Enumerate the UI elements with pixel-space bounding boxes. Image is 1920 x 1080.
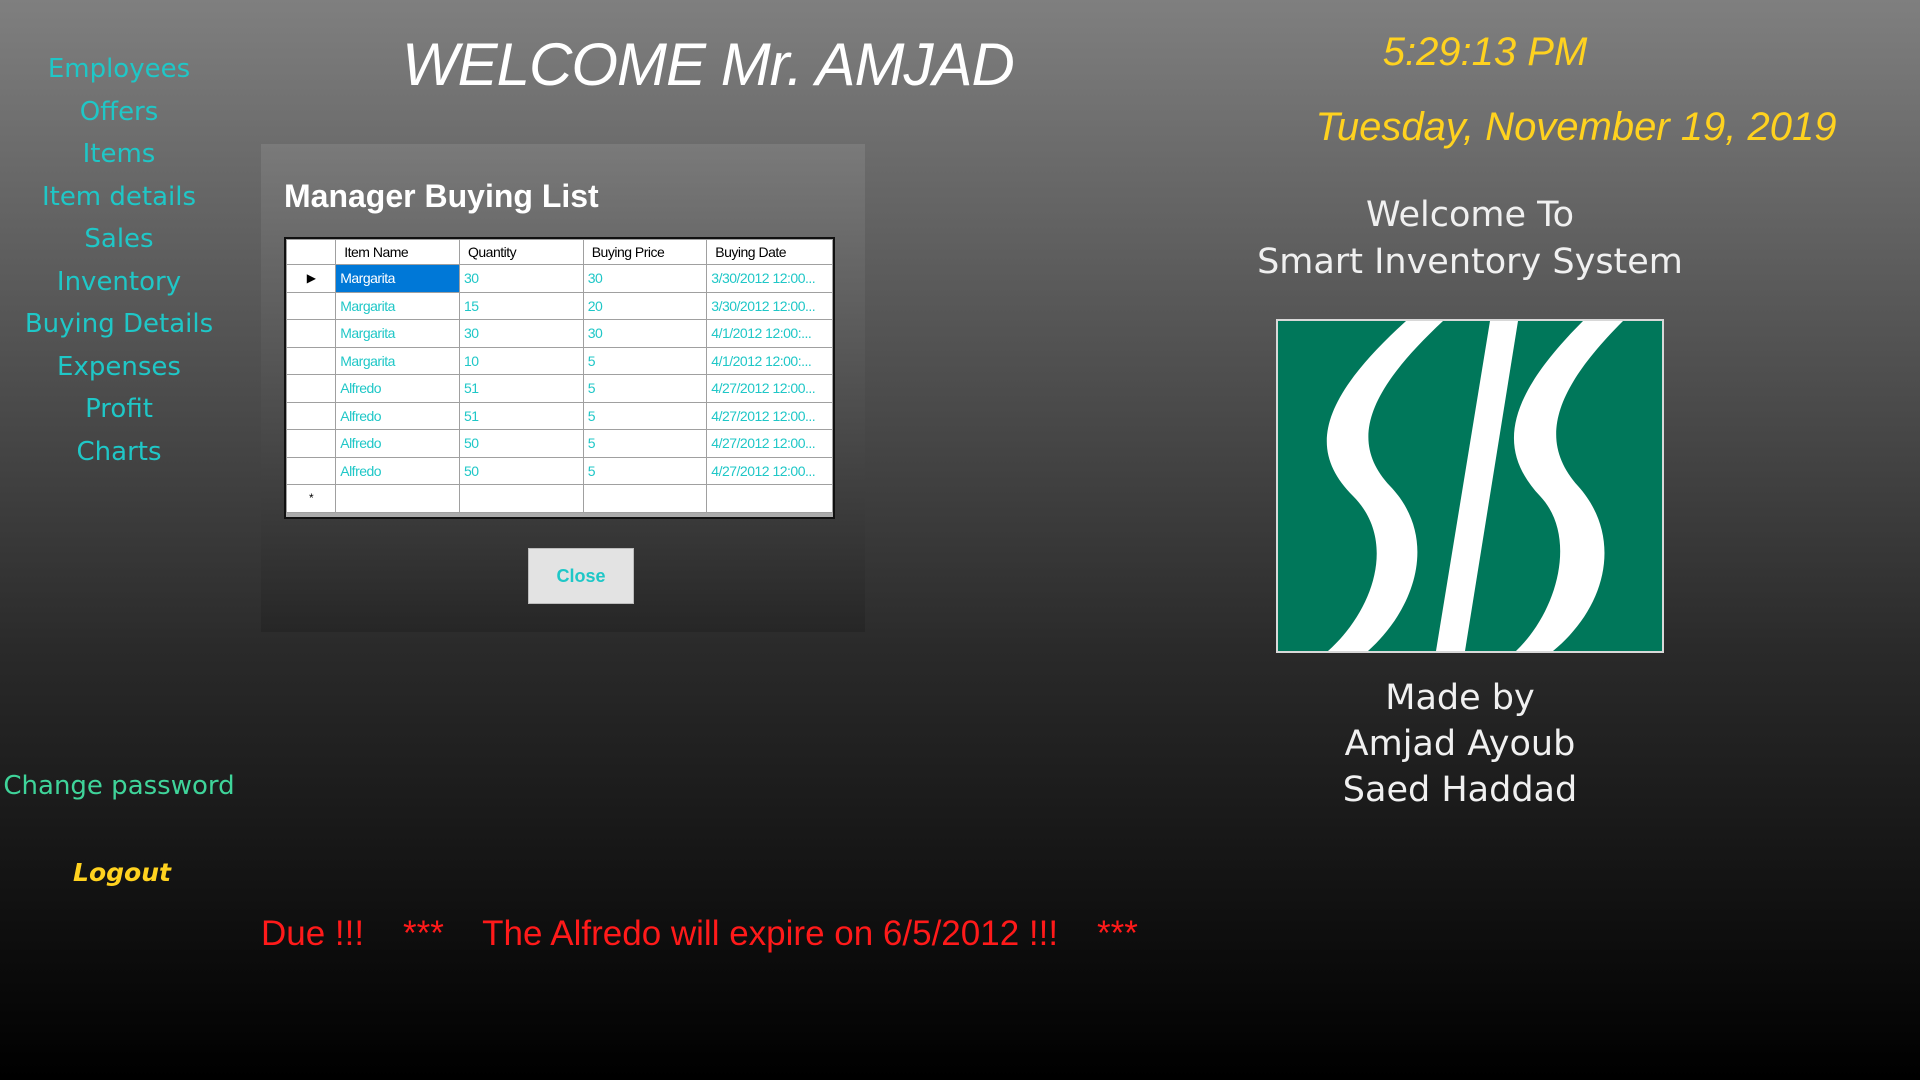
table-cell[interactable]: 5 bbox=[582, 401, 708, 430]
welcome-panel: Welcome To Smart Inventory System bbox=[1240, 192, 1700, 286]
sidebar-item-charts[interactable]: Charts bbox=[0, 431, 238, 474]
table-cell[interactable]: Margarita bbox=[335, 291, 460, 320]
sidebar-nav: Employees Offers Items Item details Sales Inv… bbox=[0, 48, 238, 473]
buying-table: Item Name Quantity Buying Price Buying D… bbox=[286, 239, 833, 513]
table-cell[interactable] bbox=[582, 484, 708, 513]
new-row-marker[interactable]: * bbox=[286, 484, 337, 513]
table-cell[interactable]: 15 bbox=[459, 291, 584, 320]
table-cell[interactable]: 4/1/2012 12:00:... bbox=[706, 346, 833, 375]
table-cell[interactable]: Margarita bbox=[335, 346, 460, 375]
table-cell[interactable]: Margarita bbox=[335, 264, 460, 293]
table-cell[interactable]: 3/30/2012 12:00... bbox=[706, 291, 833, 320]
sidebar-item-employees[interactable]: Employees bbox=[0, 48, 238, 91]
table-cell[interactable]: 30 bbox=[582, 319, 708, 348]
table-cell[interactable]: 4/1/2012 12:00:... bbox=[706, 319, 833, 348]
sidebar-item-item-details[interactable]: Item details bbox=[0, 176, 238, 219]
table-row[interactable]: Alfredo 51 5 4/27/2012 12:00... bbox=[286, 374, 833, 403]
sidebar-item-items[interactable]: Items bbox=[0, 133, 238, 176]
table-row[interactable]: Margarita 15 20 3/30/2012 12:00... bbox=[286, 291, 833, 320]
table-header-row: Item Name Quantity Buying Price Buying D… bbox=[286, 239, 833, 265]
row-header-corner bbox=[286, 239, 337, 265]
sis-logo-graphic bbox=[1326, 321, 1623, 651]
table-row[interactable]: Margarita 30 30 4/1/2012 12:00:... bbox=[286, 319, 833, 348]
table-cell[interactable]: 30 bbox=[459, 319, 584, 348]
sidebar-item-expenses[interactable]: Expenses bbox=[0, 346, 238, 389]
welcome-title: WELCOME Mr. AMJAD bbox=[402, 31, 1015, 98]
table-row[interactable]: ▶ Margarita 30 30 3/30/2012 12:00... bbox=[286, 264, 833, 293]
row-header[interactable] bbox=[286, 291, 337, 320]
sidebar-item-sales[interactable]: Sales bbox=[0, 218, 238, 261]
table-cell[interactable]: 50 bbox=[459, 456, 584, 485]
table-row[interactable]: Margarita 10 5 4/1/2012 12:00:... bbox=[286, 346, 833, 375]
logout-link[interactable]: Logout bbox=[0, 858, 244, 887]
table-cell[interactable]: 20 bbox=[582, 291, 708, 320]
table-cell[interactable]: Alfredo bbox=[335, 456, 460, 485]
row-header[interactable] bbox=[286, 456, 337, 485]
dialog-title: Manager Buying List bbox=[284, 178, 599, 214]
table-row[interactable]: Alfredo 51 5 4/27/2012 12:00... bbox=[286, 401, 833, 430]
table-cell[interactable]: 4/27/2012 12:00... bbox=[706, 374, 833, 403]
table-cell[interactable] bbox=[335, 484, 460, 513]
table-cell[interactable]: 4/27/2012 12:00... bbox=[706, 401, 833, 430]
due-label: Due !!! bbox=[261, 914, 365, 953]
table-row[interactable]: Alfredo 50 5 4/27/2012 12:00... bbox=[286, 456, 833, 485]
change-password-link[interactable]: Change password bbox=[0, 771, 238, 801]
table-cell[interactable]: Margarita bbox=[335, 319, 460, 348]
separator-stars: *** bbox=[1096, 914, 1138, 953]
expiry-alert: Due !!! *** The Alfredo will expire on 6… bbox=[261, 914, 1138, 954]
column-header-item-name[interactable]: Item Name bbox=[335, 239, 460, 265]
table-cell[interactable]: 30 bbox=[582, 264, 708, 293]
table-cell[interactable]: 5 bbox=[582, 346, 708, 375]
table-cell[interactable]: Alfredo bbox=[335, 429, 460, 458]
table-cell[interactable]: 5 bbox=[582, 456, 708, 485]
app-name: Smart Inventory System bbox=[1257, 242, 1683, 282]
sis-logo-icon bbox=[1276, 319, 1664, 653]
buying-list-dialog: Manager Buying List Item Name Quantity B… bbox=[261, 144, 865, 632]
table-row[interactable]: Alfredo 50 5 4/27/2012 12:00... bbox=[286, 429, 833, 458]
table-cell[interactable] bbox=[706, 484, 833, 513]
table-cell[interactable]: 10 bbox=[459, 346, 584, 375]
expiry-message: The Alfredo will expire on 6/5/2012 !!! bbox=[482, 914, 1059, 953]
sidebar-item-offers[interactable]: Offers bbox=[0, 91, 238, 134]
row-header[interactable] bbox=[286, 319, 337, 348]
row-header[interactable]: ▶ bbox=[286, 264, 337, 293]
sidebar-item-inventory[interactable]: Inventory bbox=[0, 261, 238, 304]
table-cell[interactable]: 51 bbox=[459, 374, 584, 403]
sidebar-item-buying-details[interactable]: Buying Details bbox=[0, 303, 238, 346]
date-display: Tuesday, November 19, 2019 bbox=[1315, 105, 1837, 149]
sidebar-item-profit[interactable]: Profit bbox=[0, 388, 238, 431]
table-cell[interactable]: 4/27/2012 12:00... bbox=[706, 429, 833, 458]
new-row[interactable]: * bbox=[286, 484, 833, 513]
table-cell[interactable]: 30 bbox=[459, 264, 584, 293]
close-button[interactable]: Close bbox=[528, 548, 634, 604]
author-name: Amjad Ayoub bbox=[1344, 724, 1576, 764]
credits: Made by Amjad Ayoub Saed Haddad bbox=[1240, 675, 1680, 813]
column-header-quantity[interactable]: Quantity bbox=[459, 239, 584, 265]
buying-grid[interactable]: Item Name Quantity Buying Price Buying D… bbox=[284, 237, 835, 519]
row-header[interactable] bbox=[286, 374, 337, 403]
row-header[interactable] bbox=[286, 346, 337, 375]
table-cell[interactable]: 3/30/2012 12:00... bbox=[706, 264, 833, 293]
table-cell[interactable]: Alfredo bbox=[335, 374, 460, 403]
column-header-buying-price[interactable]: Buying Price bbox=[582, 239, 708, 265]
separator-stars: *** bbox=[403, 914, 444, 953]
author-name: Saed Haddad bbox=[1342, 770, 1578, 810]
row-header[interactable] bbox=[286, 401, 337, 430]
made-by-label: Made by bbox=[1385, 678, 1535, 718]
table-cell[interactable]: 51 bbox=[459, 401, 584, 430]
welcome-line: Welcome To bbox=[1365, 195, 1575, 235]
table-cell[interactable]: Alfredo bbox=[335, 401, 460, 430]
table-cell[interactable]: 5 bbox=[582, 429, 708, 458]
table-cell[interactable]: 5 bbox=[582, 374, 708, 403]
row-header[interactable] bbox=[286, 429, 337, 458]
table-cell[interactable]: 50 bbox=[459, 429, 584, 458]
clock: 5:29:13 PM bbox=[1382, 30, 1588, 74]
table-cell[interactable] bbox=[459, 484, 584, 513]
table-cell[interactable]: 4/27/2012 12:00... bbox=[706, 456, 833, 485]
column-header-buying-date[interactable]: Buying Date bbox=[706, 239, 833, 265]
